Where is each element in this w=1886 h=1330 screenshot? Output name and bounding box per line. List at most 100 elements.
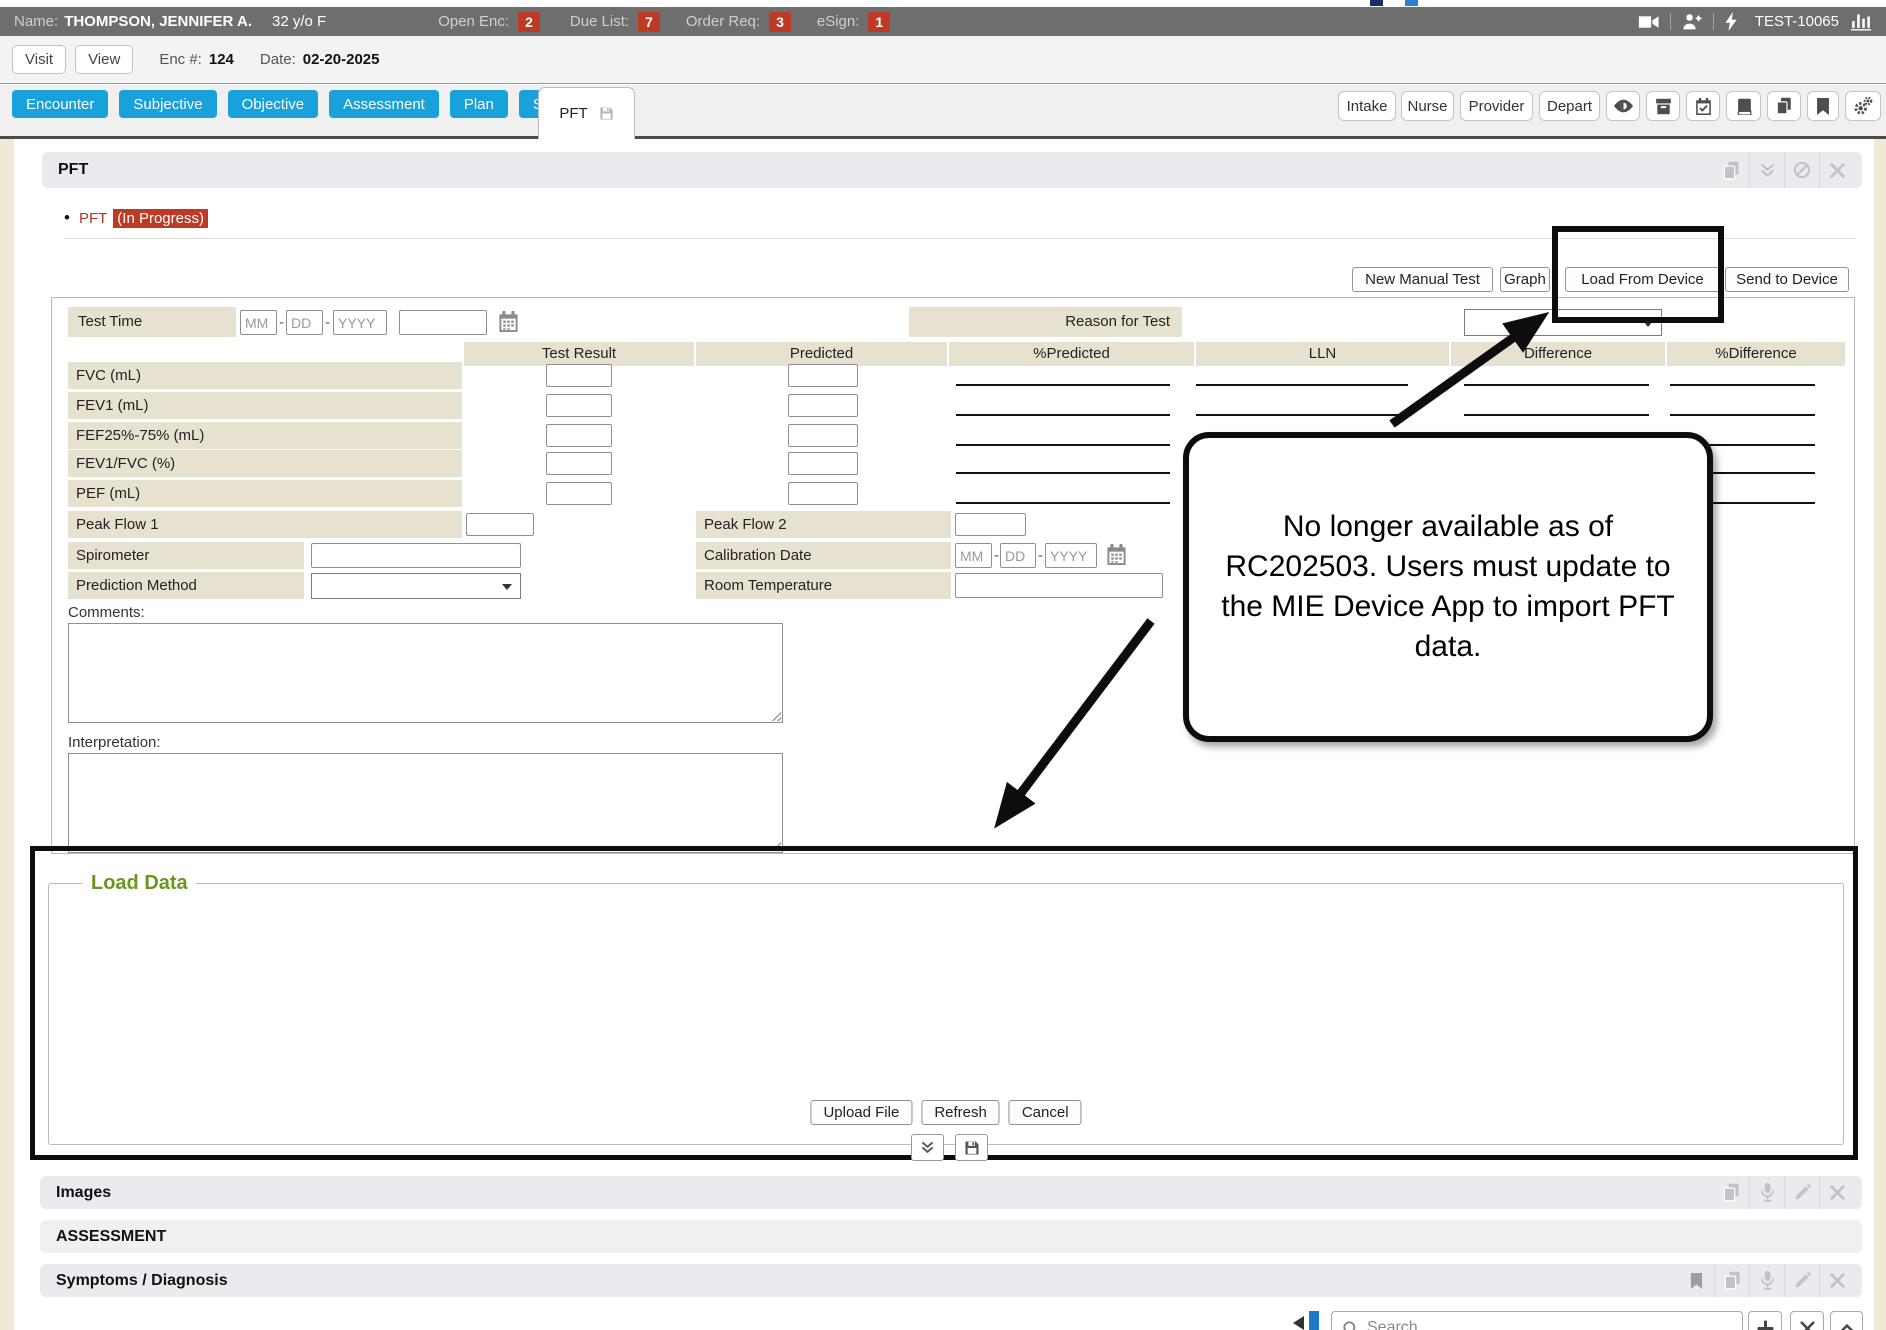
tab-assessment[interactable]: Assessment (329, 90, 439, 118)
copy-pages-icon[interactable] (1767, 91, 1801, 121)
archive-box-icon[interactable] (1646, 91, 1680, 121)
close-icon[interactable] (1819, 1176, 1854, 1209)
microphone-icon[interactable] (1749, 1176, 1784, 1209)
edit-pencil-icon[interactable] (1784, 1264, 1819, 1297)
tab-pft-active[interactable]: PFT (538, 87, 635, 139)
bookmark-icon[interactable] (1679, 1264, 1714, 1297)
row-label-fef: FEF25%-75% (mL) (68, 422, 462, 449)
fef-test-result-input[interactable] (546, 424, 612, 447)
tab-objective[interactable]: Objective (228, 90, 319, 118)
collapse-double-chevron-icon[interactable] (1749, 152, 1784, 188)
intake-button[interactable]: Intake (1338, 91, 1396, 121)
view-button[interactable]: View (75, 45, 133, 74)
open-enc-badge[interactable]: 2 (518, 12, 540, 32)
provider-button[interactable]: Provider (1460, 91, 1533, 121)
pef-pct-predicted-line (956, 502, 1170, 504)
new-manual-test-button[interactable]: New Manual Test (1352, 267, 1493, 292)
browser-fragment-icon (1370, 0, 1383, 6)
tab-subjective[interactable]: Subjective (119, 90, 216, 118)
search-input[interactable] (1367, 1319, 1732, 1330)
calendar-icon[interactable] (1106, 544, 1127, 566)
eye-icon[interactable] (1606, 91, 1640, 121)
tab-encounter[interactable]: Encounter (12, 90, 108, 118)
add-button[interactable] (1748, 1311, 1782, 1330)
fef-predicted-input[interactable] (788, 424, 858, 447)
pft-section-title: PFT (42, 152, 1862, 188)
pef-test-result-input[interactable] (546, 482, 612, 505)
calibration-dd-input[interactable] (1000, 543, 1036, 568)
enc-number-value: 124 (209, 51, 234, 68)
column-predicted: Predicted (696, 342, 947, 366)
book-icon[interactable] (1726, 91, 1761, 121)
collapse-section-button[interactable] (911, 1134, 944, 1161)
print-book-icon[interactable] (1714, 1264, 1749, 1297)
date-dash: - (279, 314, 284, 331)
collapse-up-button[interactable] (1830, 1311, 1863, 1330)
images-section-title: Images (40, 1176, 1862, 1209)
pef-predicted-input[interactable] (788, 482, 858, 505)
esign-badge[interactable]: 1 (868, 12, 890, 32)
prediction-method-select[interactable] (311, 573, 521, 599)
scroll-left-icon[interactable] (1291, 1315, 1305, 1330)
nurse-button[interactable]: Nurse (1401, 91, 1454, 121)
pft-status-link[interactable]: PFT (79, 210, 107, 227)
date-dash: - (1038, 547, 1043, 564)
fev1-predicted-input[interactable] (788, 394, 858, 417)
peak-flow-1-input[interactable] (466, 513, 534, 536)
open-enc-label: Open Enc: (438, 13, 509, 30)
depart-button[interactable]: Depart (1539, 91, 1600, 121)
test-time-dd-input[interactable] (286, 310, 323, 335)
tab-plan[interactable]: Plan (450, 90, 508, 118)
microphone-icon[interactable] (1749, 1264, 1784, 1297)
room-temperature-input[interactable] (955, 573, 1163, 598)
calendar-icon[interactable] (498, 311, 519, 333)
print-book-icon[interactable] (1714, 152, 1749, 188)
webchart-screen: Name: THOMPSON, JENNIFER A. 32 y/o F Ope… (0, 0, 1886, 1330)
close-icon[interactable] (1819, 152, 1854, 188)
column-pct-difference: %Difference (1667, 342, 1845, 366)
remove-button[interactable] (1790, 1311, 1824, 1330)
interpretation-textarea[interactable] (68, 753, 783, 853)
row-label-fev1: FEV1 (mL) (68, 392, 462, 419)
bar-chart-icon[interactable] (1850, 13, 1872, 31)
peak-flow-2-input[interactable] (955, 513, 1026, 536)
save-section-button[interactable] (955, 1134, 988, 1161)
calibration-yyyy-input[interactable] (1045, 543, 1097, 568)
date-label: Date: (260, 51, 296, 68)
visit-button[interactable]: Visit (12, 45, 66, 74)
calibration-mm-input[interactable] (955, 543, 992, 568)
spirometer-label: Spirometer (68, 542, 304, 569)
date-dash: - (994, 547, 999, 564)
lightning-icon[interactable] (1725, 12, 1738, 31)
interpretation-label: Interpretation: (68, 734, 161, 751)
fvc-test-result-input[interactable] (546, 364, 612, 387)
page-edge-left (0, 139, 14, 1330)
fev1fvc-test-result-input[interactable] (546, 452, 612, 475)
print-book-icon[interactable] (1714, 1176, 1749, 1209)
esign-label: eSign: (817, 13, 860, 30)
fvc-predicted-input[interactable] (788, 364, 858, 387)
comments-textarea[interactable] (68, 623, 783, 723)
add-person-icon[interactable] (1682, 13, 1702, 31)
divider (1670, 13, 1671, 30)
gears-icon[interactable] (1845, 91, 1881, 121)
close-icon[interactable] (1819, 1264, 1854, 1297)
test-time-time-input[interactable] (399, 310, 487, 335)
fev1-test-result-input[interactable] (546, 394, 612, 417)
graph-button[interactable]: Graph (1500, 267, 1550, 292)
test-time-yyyy-input[interactable] (333, 310, 387, 335)
chart-content: PFT • PFT (In Progress) (0, 139, 1886, 1330)
bookmark-icon[interactable] (1807, 91, 1839, 121)
page-edge-right (1874, 139, 1886, 1330)
spirometer-input[interactable] (311, 543, 521, 568)
chart-tab-bar: Encounter Subjective Objective Assessmen… (0, 85, 1886, 139)
test-time-mm-input[interactable] (240, 310, 277, 335)
edit-pencil-icon[interactable] (1784, 1176, 1819, 1209)
disable-slash-icon[interactable] (1784, 152, 1819, 188)
fev1fvc-predicted-input[interactable] (788, 452, 858, 475)
send-to-device-button[interactable]: Send to Device (1725, 267, 1849, 292)
calendar-check-icon[interactable] (1686, 91, 1720, 121)
due-list-badge[interactable]: 7 (638, 12, 660, 32)
order-req-badge[interactable]: 3 (769, 12, 791, 32)
video-camera-icon[interactable] (1638, 14, 1659, 30)
